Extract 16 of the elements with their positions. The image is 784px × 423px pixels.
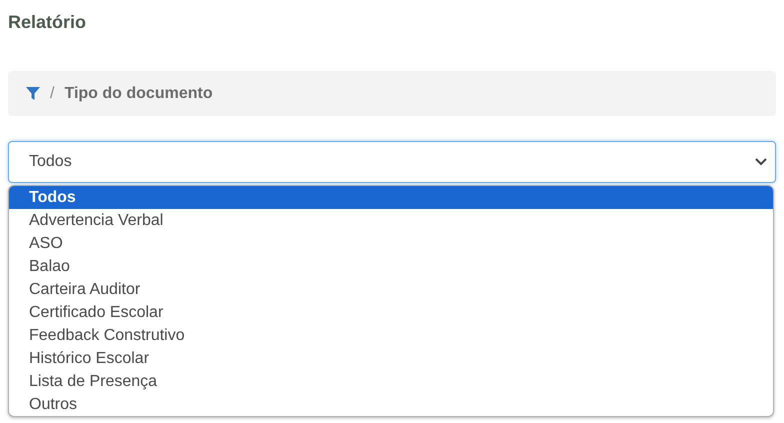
filter-icon [26, 86, 40, 100]
chevron-down-icon [755, 158, 767, 166]
dropdown-option[interactable]: Feedback Construtivo [9, 324, 773, 347]
dropdown-option[interactable]: Lista de Presença [9, 370, 773, 393]
dropdown-option[interactable]: Certificado Escolar [9, 301, 773, 324]
select-field[interactable]: Todos [8, 141, 776, 183]
dropdown-option[interactable]: Balao [9, 255, 773, 278]
breadcrumb-label: Tipo do documento [64, 84, 213, 104]
dropdown-option[interactable]: Outros [9, 393, 773, 416]
dropdown-option[interactable]: Todos [9, 186, 773, 209]
dropdown-option[interactable]: Histórico Escolar [9, 347, 773, 370]
page-title: Relatório [8, 11, 88, 33]
dropdown-option[interactable]: Advertencia Verbal [9, 209, 773, 232]
breadcrumb-separator: / [50, 84, 54, 104]
dropdown-option[interactable]: ASO [9, 232, 773, 255]
dropdown-option[interactable]: Carteira Auditor [9, 278, 773, 301]
